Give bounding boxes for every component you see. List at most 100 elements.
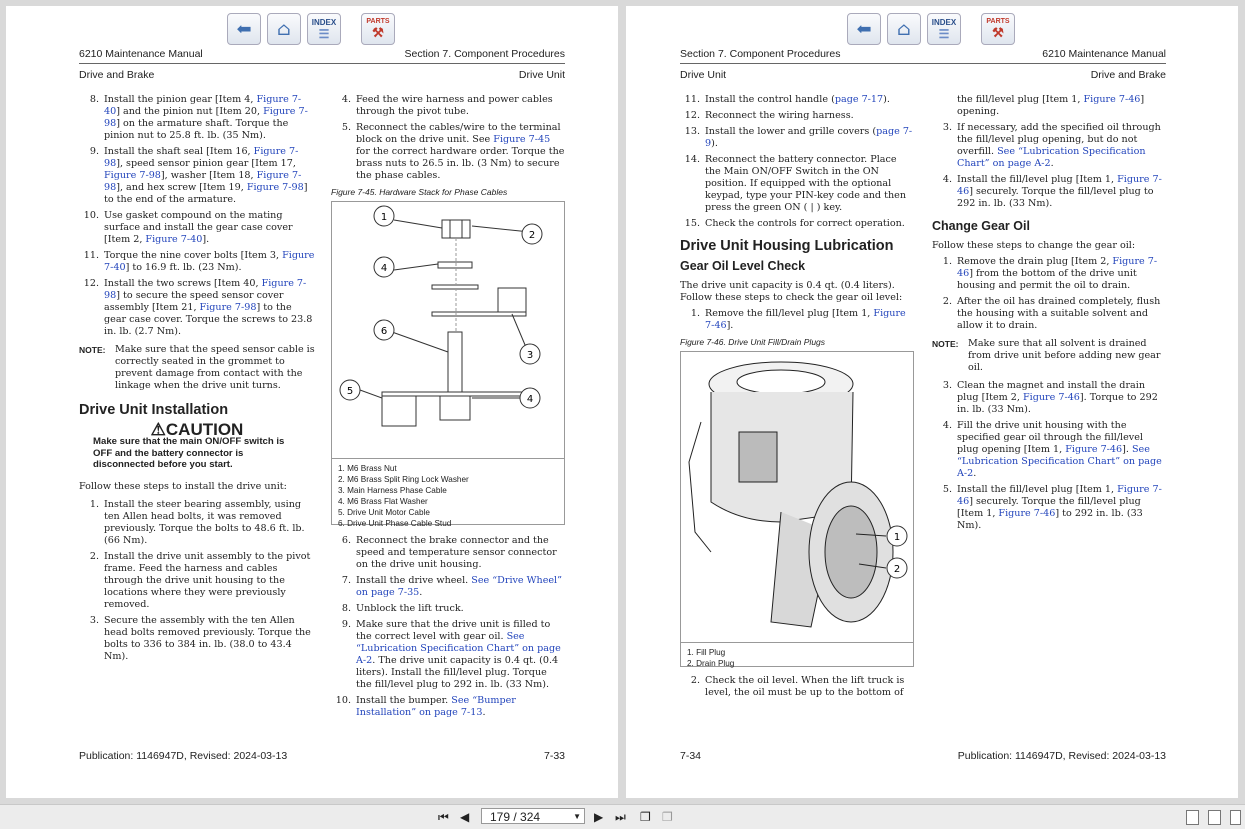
cable-lug-plate [431,311,527,317]
back-arrow-icon[interactable]: ⬅ [847,13,881,45]
callout-2: 2 [521,223,543,245]
cross-reference-link[interactable]: Figure 7-98 [247,182,304,193]
previous-page-icon[interactable]: ◀ [460,810,469,824]
cross-reference-link[interactable]: page 7-17 [835,94,883,105]
cross-reference-link[interactable]: Figure 7-98 [200,302,257,313]
step-text: ], washer [Item 18, [160,170,257,181]
step-text: Install the control handle ( [705,94,835,105]
step-text: ]. [202,234,210,245]
cross-reference-link[interactable]: Figure 7-46 [998,508,1055,519]
header-rule [79,63,565,64]
parts-label: PARTS [986,17,1010,25]
step-number: 11. [684,94,700,105]
step-item: 5. Install the fill/level plug [Item 1, F… [932,484,1166,532]
subheader-left: Drive Unit [680,69,727,81]
step-text: Check the oil level. When the lift truck… [705,675,905,698]
step-number: 12. [83,278,99,289]
callout-5: 5 [339,379,361,401]
single-page-view-icon[interactable] [1186,810,1199,825]
caution-title: ⚠CAUTION [79,421,315,438]
step-text: Check the controls for correct operation… [705,218,905,229]
step-item: 12. Reconnect the wiring harness. [680,110,914,122]
step-item: 11. Torque the nine cover bolts [Item 3, … [79,250,315,274]
cross-reference-link[interactable]: Figure 7-46 [1023,392,1080,403]
cross-reference-link[interactable]: Figure 7-46 [1065,444,1122,455]
motor-cable-block [381,395,417,427]
brass-nut-shape [441,219,471,239]
index-button[interactable]: INDEX ☰ [927,13,961,45]
svg-text:1: 1 [381,212,387,223]
parts-button[interactable]: PARTS ⚒ [361,13,395,45]
step-list: the fill/level plug [Item 1, Figure 7-46… [932,94,1166,210]
two-page-view-icon[interactable] [1230,810,1241,825]
svg-text:2: 2 [529,230,535,241]
step-item: 3. Clean the magnet and install the drain… [932,380,1166,416]
callout-6: 6 [373,319,395,341]
lock-washer-shape [437,261,473,269]
page-number: 7-34 [680,750,702,762]
step-number: 3. [89,614,99,626]
step-number: 4. [942,174,952,185]
index-label: INDEX [931,17,957,27]
last-page-icon[interactable]: ⏭ [615,810,626,825]
figure-caption: Figure 7-46. Drive Unit Fill/Drain Plugs [680,337,826,347]
step-item: 11. Install the control handle (page 7-17… [680,94,914,106]
paste-page-icon[interactable]: ❐ [662,810,673,824]
parts-button[interactable]: PARTS ⚒ [981,13,1015,45]
step-number: 11. [83,250,99,261]
index-button[interactable]: INDEX ☰ [307,13,341,45]
step-list: 6. Reconnect the brake connector and the … [331,535,565,719]
cross-reference-link[interactable]: Figure 7-40 [145,234,202,245]
step-text: . The drive unit capacity is 0.4 qt. (0.… [356,655,559,690]
figure-7-46: 1 2 1. Fill Plug 2. Drain Plug [680,351,914,668]
continuous-view-icon[interactable] [1208,810,1221,825]
step-text: ]. [1122,444,1132,455]
hardware-stack-diagram: 1 2 4 6 3 5 4 [339,205,543,427]
step-text: After the oil has drained completely, fl… [957,296,1161,331]
cross-reference-link[interactable]: Figure 7-46 [1084,94,1141,105]
home-icon[interactable]: ⌂ [887,13,921,45]
right-col-1: 11. Install the control handle (page 7-17… [680,94,914,703]
page-number-field[interactable]: 179 / 324 ▼ [481,808,585,824]
step-item: 4. Install the fill/level plug [Item 1, F… [932,174,1166,210]
step-text: Install the lower and grille covers ( [705,126,877,137]
install-step-list: 1. Install the steer bearing assembly, us… [79,499,315,663]
step-number: 10. [83,210,99,221]
right-page: ⬅ ⌂ INDEX ☰ PARTS ⚒ Section 7. Component P… [626,6,1238,798]
step-item: 8. Install the pinion gear [Item 4, Figur… [79,94,315,142]
legend-item: 4. M6 Brass Flat Washer [338,497,428,506]
step-list: 8. Install the pinion gear [Item 4, Figur… [79,94,315,338]
step-item: 9. Make sure that the drive unit is fille… [331,619,565,691]
step-number: 10. [335,695,351,706]
legend-item: 5. Drive Unit Motor Cable [338,508,430,517]
callout-drain-plug: 2 [886,557,908,579]
step-text: . [1050,158,1054,169]
figure-legend: 1. M6 Brass Nut 2. M6 Brass Split Ring Lo… [332,458,564,533]
figure-legend: 1. Fill Plug 2. Drain Plug [681,642,913,673]
step-item: 10. Install the bumper. See “Bumper Insta… [331,695,565,719]
chevron-down-icon[interactable]: ▼ [573,809,581,825]
copy-page-icon[interactable]: ❐ [640,810,651,824]
legend-item: 3. Main Harness Phase Cable [338,486,447,495]
step-text: Install the fill/level plug [Item 1, [957,484,1118,495]
legend-item: 1. Fill Plug [687,648,726,657]
back-arrow-icon[interactable]: ⬅ [227,13,261,45]
step-item: 13. Install the lower and grille covers (… [680,126,914,150]
step-item: 2. After the oil has drained completely, … [932,296,1166,332]
step-item: 2. Install the drive unit assembly to the… [79,551,315,611]
step-text: Remove the drain plug [Item 2, [957,256,1113,267]
subheader-right: Drive and Brake [1090,69,1166,81]
nav-buttons: ⬅ ⌂ INDEX ☰ PARTS ⚒ [847,13,1015,49]
cross-reference-link[interactable]: Figure 7-98 [104,170,161,181]
motor-cable-lug [381,391,533,397]
next-page-icon[interactable]: ▶ [594,810,603,824]
first-page-icon[interactable]: ⏮ [438,810,449,825]
home-icon[interactable]: ⌂ [267,13,301,45]
page-number: 7-33 [543,750,565,762]
step-list: 3. Clean the magnet and install the drain… [932,380,1166,532]
step-text: Remove the fill/level plug [Item 1, [705,308,874,319]
note: NOTE: Make sure that all solvent is drain… [932,338,1166,374]
install-intro: Follow these steps to install the drive … [79,480,287,492]
callout-1: 1 [373,205,395,227]
cross-reference-link[interactable]: Figure 7-45 [493,134,550,145]
